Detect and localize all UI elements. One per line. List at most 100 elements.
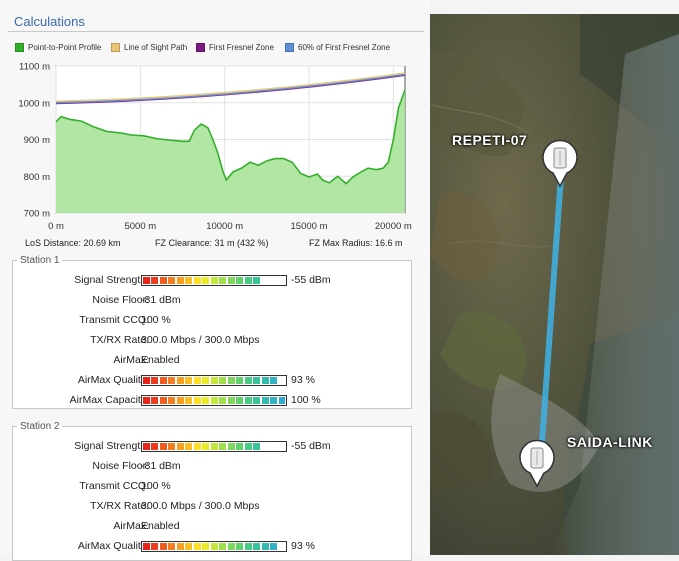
meter-segment	[219, 277, 227, 284]
meter-segment	[210, 277, 218, 284]
meter-segment	[244, 397, 252, 404]
station-1-row: Signal Strength: -55 dBm	[13, 273, 413, 289]
map-pin-icon	[542, 139, 578, 188]
pin-repeti-07[interactable]	[540, 136, 580, 188]
meter-segment	[202, 443, 210, 450]
meter-segment	[202, 377, 210, 384]
field-label: AirMax:	[113, 520, 149, 532]
meter-segment	[143, 277, 150, 284]
meter-segment	[193, 443, 201, 450]
legend-label: 60% of First Fresnel Zone	[298, 43, 391, 52]
y-tick-label: 1100 m	[19, 62, 50, 73]
meter-segment	[253, 397, 261, 404]
field-label: Signal Strength:	[74, 274, 149, 286]
meter-segment	[270, 397, 278, 404]
field-value: -81 dBm	[141, 294, 181, 306]
signal-meter	[141, 375, 287, 386]
meter-segment	[143, 397, 150, 404]
y-tick-label: 700 m	[24, 209, 50, 220]
meter-segment	[168, 377, 176, 384]
field-value: -55 dBm	[291, 440, 331, 452]
field-value: 93 %	[291, 374, 315, 386]
meter-segment	[270, 377, 278, 384]
meter-segment	[151, 377, 159, 384]
meter-segment	[219, 397, 227, 404]
station-1-box: Station 1 Signal Strength: -55 dBm Noise F…	[12, 255, 412, 409]
field-value: 100 %	[291, 394, 321, 406]
field-label: TX/RX Rate:	[90, 334, 149, 346]
meter-segment	[193, 277, 201, 284]
meter-segment	[185, 377, 193, 384]
field-value: 100 %	[141, 314, 171, 326]
meter-segment	[210, 443, 218, 450]
x-tick-label: 15000 m	[291, 221, 328, 232]
meter-segment	[168, 277, 176, 284]
signal-meter	[141, 275, 287, 286]
meter-segment	[236, 377, 244, 384]
site-a-label: REPETI-07	[452, 132, 528, 148]
meter-segment	[185, 277, 193, 284]
calculations-panel: Calculations Point-to-Point Profile Line …	[0, 0, 430, 561]
profile-chart: 700 m 800 m 900 m 1000 m 1100 m 0 m 5000 m 1000…	[18, 62, 412, 233]
meter-segment	[253, 543, 261, 550]
meter-segment	[159, 443, 167, 450]
station-2-row: Signal Strength: -55 dBm	[13, 439, 413, 455]
signal-meter	[141, 441, 287, 452]
field-label: Transmit CCQ:	[79, 314, 149, 326]
meter-segment	[210, 397, 218, 404]
field-value: -55 dBm	[291, 274, 331, 286]
x-tick-label: 10000 m	[206, 221, 243, 232]
meter-segment	[227, 277, 235, 284]
meter-segment	[261, 377, 269, 384]
meter-segment	[236, 543, 244, 550]
meter-segment	[151, 277, 159, 284]
meter-segment	[236, 443, 244, 450]
meter-segment	[176, 377, 184, 384]
meter-segment	[227, 443, 235, 450]
meter-segment	[159, 397, 167, 404]
x-tick-label: 20000 m	[375, 221, 412, 232]
legend-item: Line of Sight Path	[111, 43, 187, 52]
meter-segment	[151, 443, 159, 450]
meter-segment	[202, 277, 210, 284]
field-value: Enabled	[141, 520, 180, 532]
meter-segment	[168, 443, 176, 450]
meter-segment	[227, 377, 235, 384]
station-1-row: AirMax Capacity: 100 %	[13, 393, 413, 409]
meter-segment	[210, 543, 218, 550]
meter-segment	[244, 443, 252, 450]
meter-segment	[253, 377, 261, 384]
station-1-title: Station 1	[20, 255, 60, 266]
pin-saida-link[interactable]	[517, 436, 557, 488]
signal-meter	[141, 541, 287, 552]
meter-segment	[176, 443, 184, 450]
satellite-map[interactable]: REPETI-07 SAIDA-LINK	[430, 14, 679, 555]
los-distance: LoS Distance: 20.69 km	[25, 238, 121, 248]
fz-max-radius: FZ Max Radius: 16.6 m	[309, 238, 403, 248]
meter-segment	[227, 397, 235, 404]
legend-swatch	[285, 43, 294, 52]
meter-segment	[176, 543, 184, 550]
legend-label: Line of Sight Path	[124, 43, 188, 52]
meter-segment	[159, 277, 167, 284]
meter-segment	[219, 543, 227, 550]
site-b-label: SAIDA-LINK	[567, 434, 653, 450]
station-1-row: AirMax Quality: 93 %	[13, 373, 413, 389]
meter-segment	[151, 543, 159, 550]
meter-segment	[185, 543, 193, 550]
meter-segment	[143, 443, 150, 450]
signal-meter	[141, 395, 287, 406]
meter-segment	[202, 543, 210, 550]
station-1-row: Transmit CCQ: 100 %	[13, 313, 413, 329]
meter-segment	[168, 397, 176, 404]
station-2-row: AirMax: Enabled	[13, 519, 413, 535]
meter-segment	[159, 543, 167, 550]
field-label: Noise Floor:	[92, 460, 149, 472]
meter-segment	[261, 543, 269, 550]
y-tick-label: 800 m	[24, 172, 50, 183]
meter-segment	[185, 443, 193, 450]
station-2-row: Transmit CCQ: 100 %	[13, 479, 413, 495]
meter-segment	[193, 543, 201, 550]
field-label: AirMax Quality:	[77, 540, 149, 552]
y-tick-label: 1000 m	[18, 98, 50, 109]
